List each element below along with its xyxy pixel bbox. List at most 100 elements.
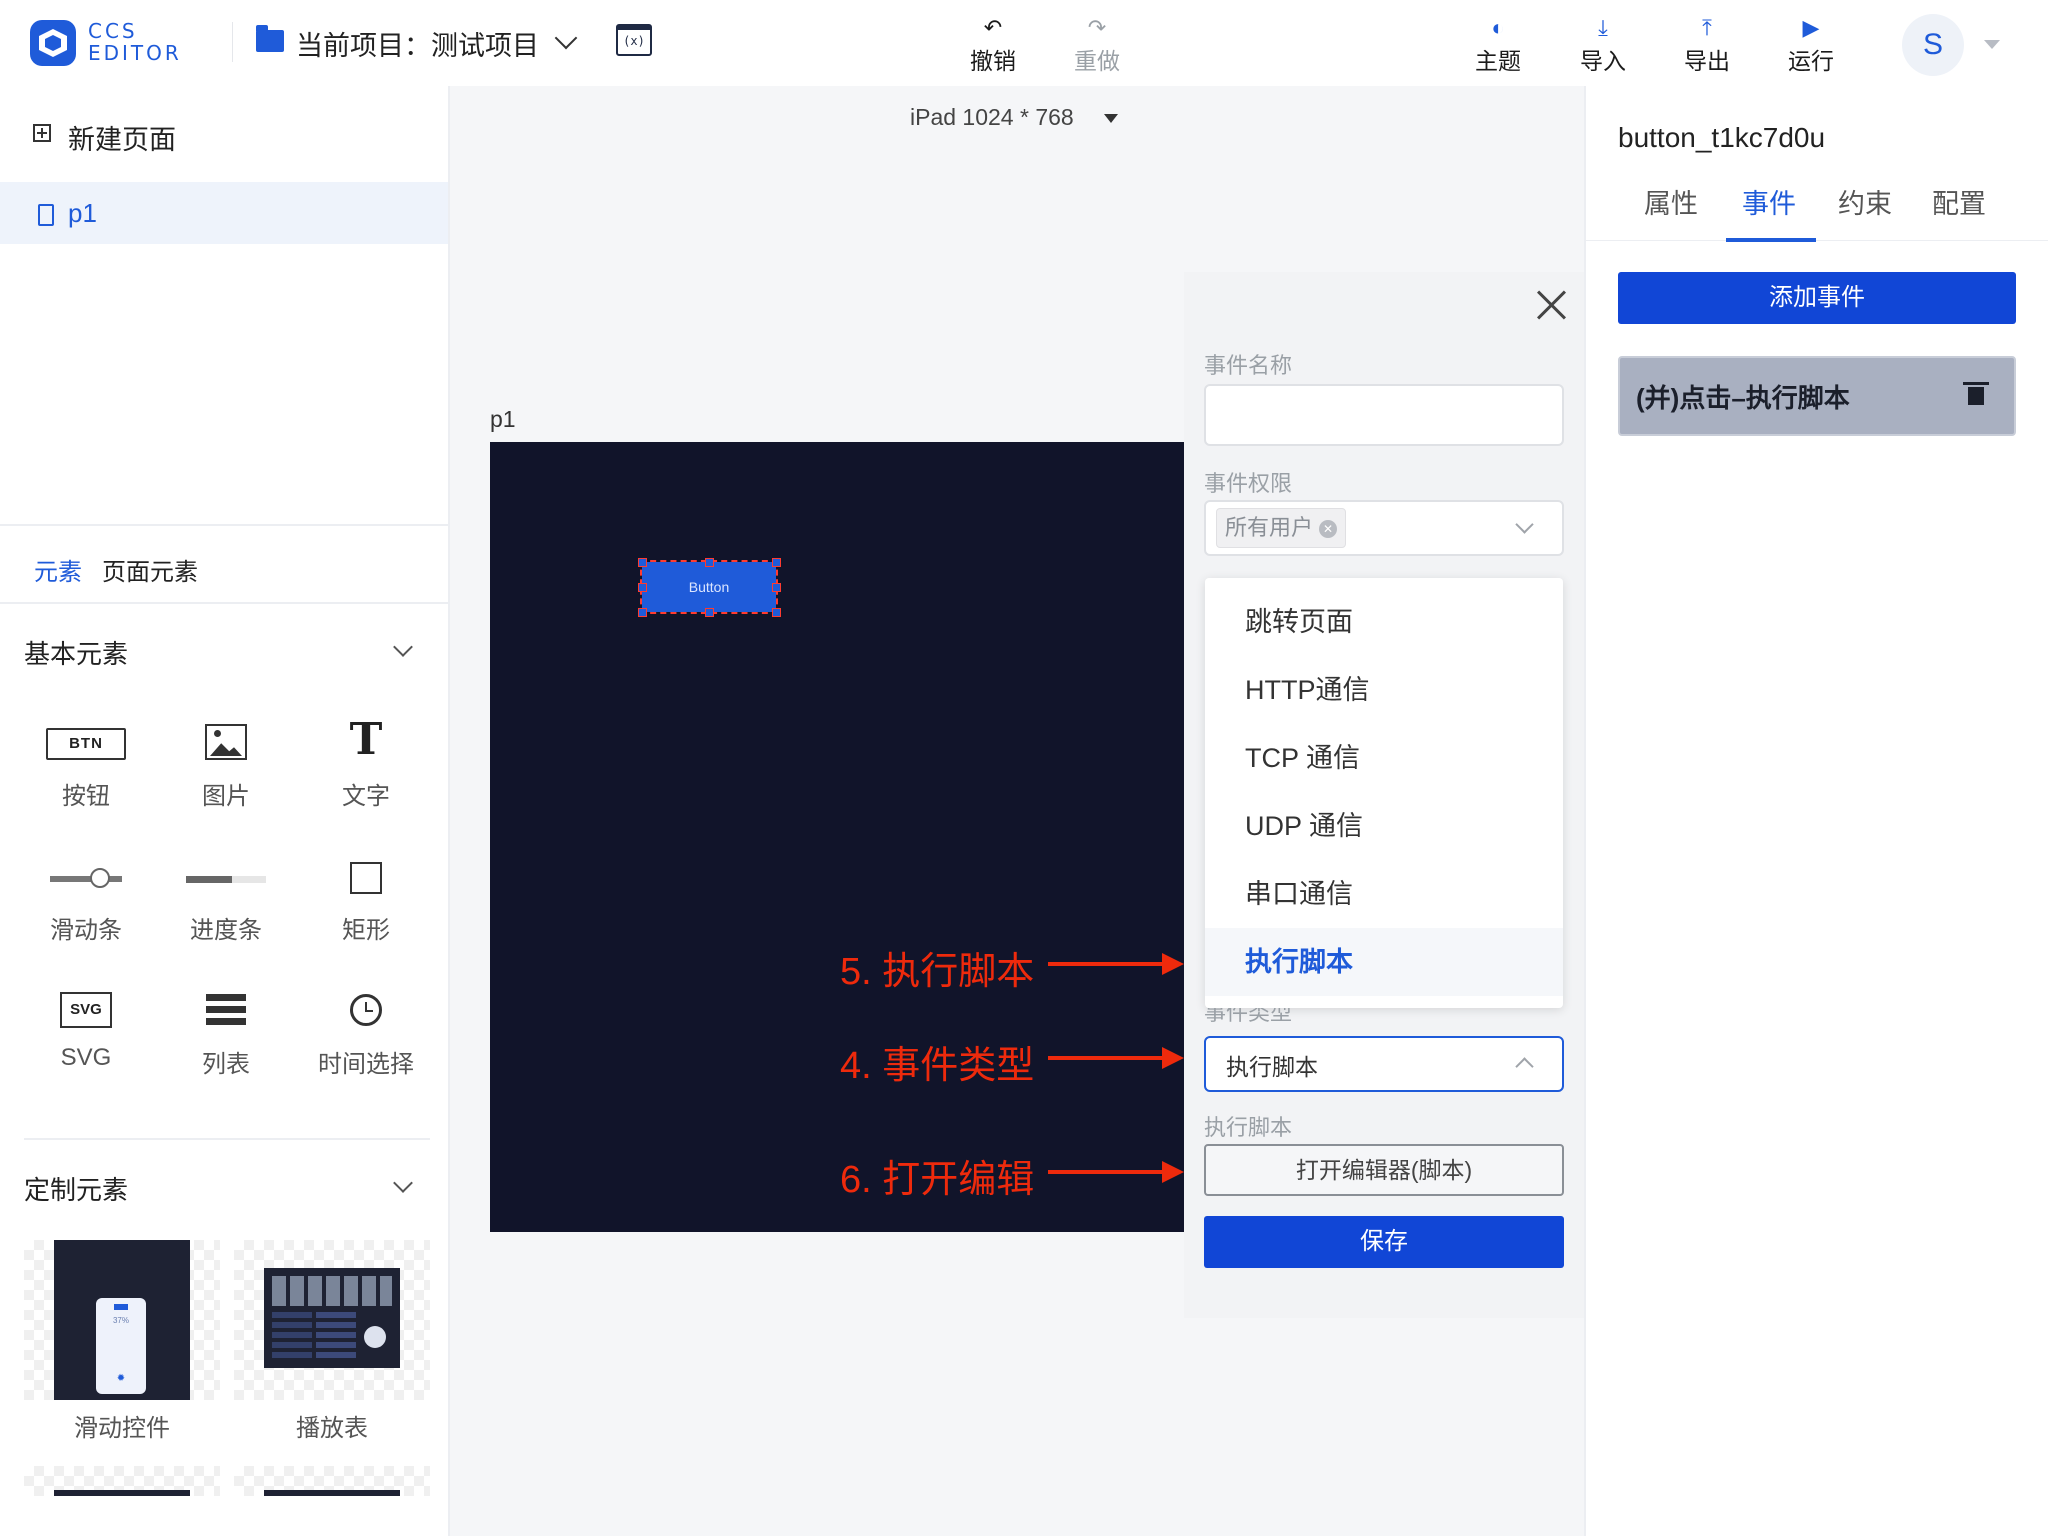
- dropdown-option[interactable]: 跳转页面: [1205, 588, 1563, 656]
- component-label: 文字: [342, 783, 390, 810]
- custom-item-label: 滑动控件: [74, 1415, 170, 1442]
- close-icon[interactable]: [1534, 286, 1570, 322]
- component-rectangle[interactable]: 矩形: [296, 846, 436, 945]
- caret-down-icon[interactable]: [1984, 40, 2000, 49]
- component-time-picker[interactable]: 时间选择: [296, 980, 436, 1079]
- annotation-step-5: 5. 执行脚本: [840, 951, 1035, 993]
- component-label: 时间选择: [318, 1051, 414, 1078]
- event-item-label[interactable]: (并)点击–执行脚本: [1636, 378, 1850, 415]
- dropdown-option[interactable]: 串口通信: [1205, 860, 1563, 928]
- new-page-button[interactable]: 新建页面: [68, 118, 176, 157]
- component-slider[interactable]: 滑动条: [16, 846, 156, 945]
- add-page-icon[interactable]: [33, 124, 51, 142]
- redo-label: 重做: [1074, 48, 1120, 74]
- resize-handle[interactable]: [705, 608, 714, 617]
- page-item-label[interactable]: p1: [68, 198, 97, 229]
- theme-label: 主题: [1475, 48, 1521, 74]
- custom-item-partial[interactable]: [24, 1466, 220, 1496]
- component-button[interactable]: BTN 按钮: [16, 712, 156, 811]
- resize-handle[interactable]: [772, 558, 781, 567]
- dropdown-option-selected[interactable]: 执行脚本: [1205, 928, 1563, 996]
- ccs-logo-icon: [30, 20, 76, 66]
- canvas-page-name: p1: [490, 406, 516, 432]
- dropdown-option[interactable]: UDP 通信: [1205, 792, 1563, 860]
- annotation-arrow: [1048, 1170, 1172, 1174]
- component-text[interactable]: T 文字: [296, 712, 436, 811]
- event-permission-label: 事件权限: [1204, 471, 1293, 496]
- component-image[interactable]: 图片: [156, 712, 296, 811]
- dropdown-option[interactable]: TCP 通信: [1205, 724, 1563, 792]
- event-type-label: 事件类型: [1204, 1008, 1293, 1024]
- trash-icon[interactable]: [1963, 382, 1989, 405]
- component-list[interactable]: 列表: [156, 980, 296, 1079]
- tag-close-icon[interactable]: ✕: [1319, 520, 1338, 539]
- annotation-step-6: 6. 打开编辑: [840, 1159, 1035, 1201]
- custom-item-playlist[interactable]: [234, 1240, 430, 1400]
- variables-icon[interactable]: (x): [616, 24, 652, 56]
- add-event-button[interactable]: 添加事件: [1618, 272, 2016, 324]
- annotation-arrow: [1048, 962, 1172, 966]
- folder-icon: [256, 25, 284, 52]
- resize-handle[interactable]: [638, 583, 647, 592]
- import-button[interactable]: ⤓ 导入: [1568, 14, 1638, 76]
- logo-line-1: CCS: [88, 19, 138, 43]
- redo-button[interactable]: ↷ 重做: [1062, 14, 1132, 76]
- tab-config[interactable]: 配置: [1932, 182, 1986, 221]
- resize-handle[interactable]: [772, 608, 781, 617]
- canvas-button-element[interactable]: Button: [640, 560, 778, 614]
- component-name: button_t1kc7d0u: [1618, 122, 1826, 153]
- resize-handle[interactable]: [772, 583, 781, 592]
- component-label: 按钮: [62, 783, 110, 810]
- event-name-input[interactable]: [1204, 384, 1564, 446]
- file-icon: [38, 204, 54, 226]
- save-button[interactable]: 保存: [1204, 1216, 1564, 1268]
- list-icon: [206, 994, 246, 1026]
- script-label: 执行脚本: [1204, 1115, 1293, 1140]
- custom-item-partial[interactable]: [234, 1466, 430, 1496]
- basic-elements-title[interactable]: 基本元素: [24, 634, 128, 671]
- resize-handle[interactable]: [638, 608, 647, 617]
- tab-events[interactable]: 事件: [1742, 182, 1796, 221]
- component-label: 图片: [202, 783, 250, 810]
- avatar[interactable]: S: [1902, 14, 1964, 76]
- arrow-right-icon: [1162, 953, 1184, 975]
- app-logo-text: CCS EDITOR: [88, 20, 198, 64]
- permission-tag[interactable]: 所有用户 ✕: [1216, 508, 1347, 548]
- divider: [0, 602, 448, 604]
- export-button[interactable]: ⤒ 导出: [1672, 14, 1742, 76]
- undo-button[interactable]: ↶ 撤销: [958, 14, 1028, 76]
- divider: [1586, 240, 2048, 241]
- custom-item-label: 播放表: [296, 1415, 368, 1442]
- component-label: 滑动条: [50, 917, 122, 944]
- theme-button[interactable]: ◐ 主题: [1463, 14, 1533, 76]
- project-selector[interactable]: 当前项目：测试项目: [296, 24, 539, 63]
- annotation-step-4: 4. 事件类型: [840, 1045, 1035, 1087]
- run-button[interactable]: ▶ 运行: [1776, 14, 1846, 76]
- undo-icon: ↶: [983, 15, 1003, 40]
- clock-icon: [350, 994, 382, 1026]
- dropdown-option[interactable]: HTTP通信: [1205, 656, 1563, 724]
- download-icon: ⤓: [1598, 15, 1608, 40]
- palette-icon: ◐: [1491, 15, 1505, 40]
- progress-icon: [186, 876, 266, 883]
- component-label: SVG: [60, 1044, 112, 1071]
- tab-properties[interactable]: 属性: [1644, 182, 1698, 221]
- tab-elements[interactable]: 元素: [34, 552, 82, 587]
- component-progress[interactable]: 进度条: [156, 846, 296, 945]
- caret-down-icon[interactable]: [1104, 114, 1118, 123]
- component-label: 进度条: [190, 917, 262, 944]
- slider-icon: [50, 868, 122, 888]
- custom-elements-title[interactable]: 定制元素: [24, 1170, 128, 1207]
- resize-handle[interactable]: [705, 558, 714, 567]
- device-selector[interactable]: iPad 1024 * 768: [910, 104, 1074, 131]
- tab-page-elements[interactable]: 页面元素: [102, 552, 198, 587]
- open-editor-button[interactable]: 打开编辑器(脚本): [1204, 1144, 1564, 1196]
- resize-handle[interactable]: [638, 558, 647, 567]
- divider: [24, 1138, 430, 1140]
- page-canvas[interactable]: [490, 442, 1184, 1232]
- active-tab-indicator: [1726, 238, 1816, 242]
- redo-icon: ↷: [1087, 15, 1107, 40]
- tab-constraints[interactable]: 约束: [1838, 182, 1892, 221]
- custom-item-slider-widget[interactable]: 37% ✹: [24, 1240, 220, 1400]
- component-svg[interactable]: SVG SVG: [16, 980, 156, 1072]
